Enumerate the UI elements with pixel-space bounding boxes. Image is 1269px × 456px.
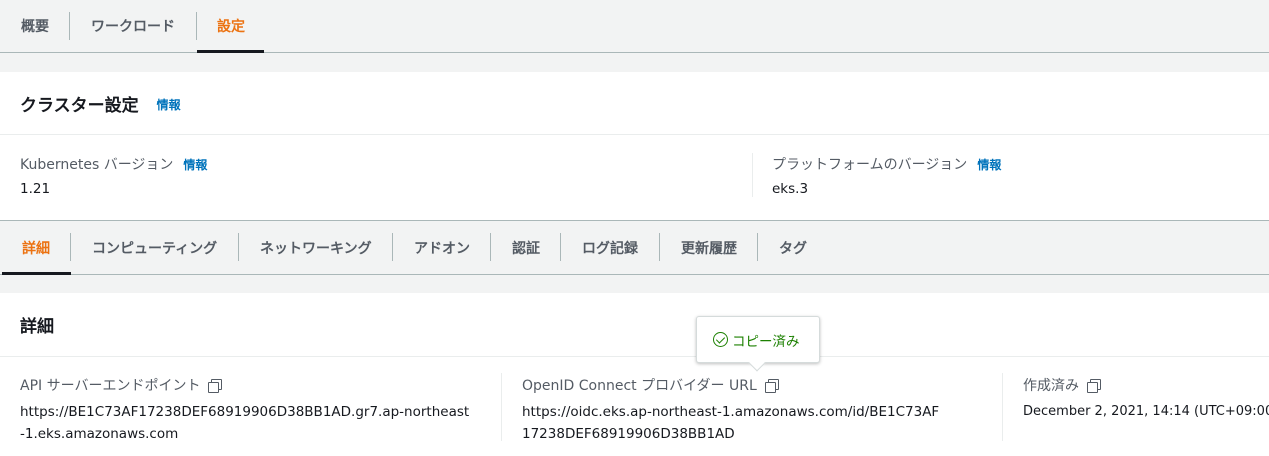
- oidc-url-label: OpenID Connect プロバイダー URL: [522, 378, 757, 394]
- tab-workloads[interactable]: ワークロード: [70, 0, 197, 52]
- created-label: 作成済み: [1023, 378, 1079, 394]
- info-link[interactable]: 情報: [183, 156, 207, 173]
- platform-version-value: eks.3: [772, 181, 809, 197]
- api-endpoint: API サーバーエンドポイント https://BE1C73AF17238DEF…: [20, 375, 480, 445]
- created-at: 作成済み December 2, 2021, 14:14 (UTC+09:00): [1023, 375, 1269, 423]
- tab-label: 更新履歴: [681, 240, 737, 257]
- tab-logging[interactable]: ログ記録: [561, 221, 660, 274]
- divider: [501, 373, 502, 441]
- panel-title: 詳細: [20, 317, 54, 337]
- kubernetes-version-value: 1.21: [20, 181, 51, 197]
- panel-header: 詳細: [0, 293, 1269, 357]
- tab-networking[interactable]: ネットワーキング: [239, 221, 393, 274]
- top-tab-bar: 概要 ワークロード 設定: [0, 0, 1269, 53]
- divider: [752, 153, 753, 197]
- panel-title: クラスター設定: [20, 95, 139, 116]
- tab-addons[interactable]: アドオン: [393, 221, 491, 274]
- kubernetes-version-label: Kubernetes バージョン: [20, 157, 174, 173]
- sub-tab-bar: 詳細 コンピューティング ネットワーキング アドオン 認証 ログ記録 更新履歴 …: [0, 220, 1269, 275]
- tab-update-history[interactable]: 更新履歴: [660, 221, 758, 274]
- api-endpoint-value: https://BE1C73AF17238DEF68919906D38BB1AD…: [20, 404, 470, 442]
- kubernetes-version: Kubernetes バージョン 情報 1.21: [20, 154, 207, 200]
- info-link[interactable]: 情報: [977, 156, 1001, 173]
- tab-authentication[interactable]: 認証: [491, 221, 561, 274]
- oidc-url-value: https://oidc.eks.ap-northeast-1.amazonaw…: [522, 404, 940, 442]
- oidc-url: OpenID Connect プロバイダー URL https://oidc.e…: [522, 375, 992, 445]
- platform-version: プラットフォームのバージョン 情報 eks.3: [772, 154, 1001, 200]
- tab-label: 概要: [21, 19, 49, 35]
- api-endpoint-label: API サーバーエンドポイント: [20, 378, 201, 394]
- tab-label: 詳細: [22, 240, 50, 257]
- panel-header: クラスター設定 情報: [0, 72, 1269, 135]
- details-panel: 詳細 API サーバーエンドポイント https://BE1C73AF17238…: [0, 293, 1269, 456]
- tab-details[interactable]: 詳細: [2, 221, 71, 275]
- tab-label: コンピューティング: [92, 240, 218, 257]
- cluster-settings-panel: クラスター設定 情報 Kubernetes バージョン 情報 1.21 プラット…: [0, 72, 1269, 220]
- tab-compute[interactable]: コンピューティング: [71, 221, 239, 274]
- divider: [1002, 373, 1003, 441]
- tab-label: ネットワーキング: [260, 240, 372, 257]
- settings-values: Kubernetes バージョン 情報 1.21 プラットフォームのバージョン …: [0, 135, 1269, 219]
- tab-label: 設定: [217, 19, 245, 35]
- check-circle-icon: [713, 332, 728, 347]
- tooltip-text: コピー済み: [732, 333, 800, 350]
- copy-icon[interactable]: [208, 378, 223, 393]
- tab-label: タグ: [779, 240, 807, 257]
- tab-tags[interactable]: タグ: [758, 221, 828, 274]
- copy-icon[interactable]: [1087, 378, 1101, 393]
- created-value: December 2, 2021, 14:14 (UTC+09:00): [1023, 404, 1269, 419]
- copied-tooltip: コピー済み: [696, 316, 820, 372]
- tab-label: ワークロード: [91, 19, 175, 35]
- copy-icon[interactable]: [764, 378, 779, 393]
- info-link[interactable]: 情報: [157, 96, 181, 113]
- platform-version-label: プラットフォームのバージョン: [772, 157, 968, 173]
- tab-label: ログ記録: [582, 240, 638, 257]
- tab-label: 認証: [512, 240, 540, 257]
- tab-overview[interactable]: 概要: [0, 0, 70, 52]
- tab-settings[interactable]: 設定: [197, 0, 264, 53]
- tab-label: アドオン: [414, 240, 470, 257]
